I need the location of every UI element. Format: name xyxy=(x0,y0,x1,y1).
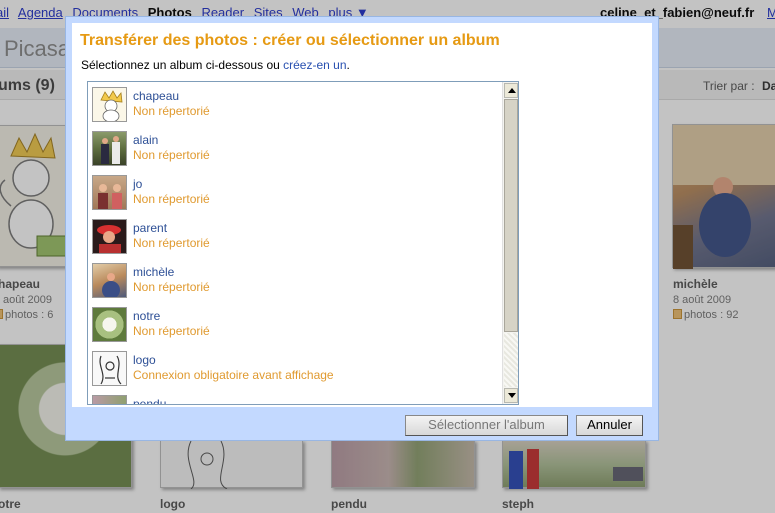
album-list-scrollbar[interactable] xyxy=(502,82,518,404)
photo-image xyxy=(101,136,120,164)
upload-dialog: Transférer des photos : créer ou sélecti… xyxy=(65,16,659,441)
cartoon-image xyxy=(100,90,123,121)
album-name: jo xyxy=(133,177,143,191)
album-list-item[interactable]: pendu xyxy=(92,392,502,405)
album-visibility: Non répertorié xyxy=(133,280,210,294)
arrow-up-icon xyxy=(508,88,516,93)
album-list-item[interactable]: alain Non répertorié xyxy=(92,128,502,168)
instruction-suffix: . xyxy=(346,58,350,72)
photo-image xyxy=(102,273,120,297)
album-name: chapeau xyxy=(133,89,180,103)
album-list-item[interactable]: michèle Non répertorié xyxy=(92,260,502,300)
photo-image xyxy=(97,225,121,253)
cancel-button[interactable]: Annuler xyxy=(576,415,643,436)
album-visibility: Non répertorié xyxy=(133,148,210,162)
album-name: logo xyxy=(133,353,156,367)
scroll-down-button[interactable] xyxy=(504,388,518,403)
album-list-item[interactable]: parent Non répertorié xyxy=(92,216,502,256)
album-name: michèle xyxy=(133,265,175,279)
arrow-down-icon xyxy=(508,393,516,398)
album-name: pendu xyxy=(133,397,167,405)
album-thumbnail xyxy=(92,395,127,404)
album-thumbnail xyxy=(92,263,127,298)
album-name: notre xyxy=(133,309,161,323)
album-visibility: Non répertorié xyxy=(133,236,210,250)
album-list-item[interactable]: chapeau Non répertorié xyxy=(92,84,502,124)
album-list-item[interactable]: jo Non répertorié xyxy=(92,172,502,212)
album-thumbnail xyxy=(92,307,127,342)
album-thumbnail xyxy=(92,219,127,254)
dialog-instruction: Sélectionnez un album ci-dessous ou crée… xyxy=(81,58,350,72)
album-list-item[interactable]: notre Non répertorié xyxy=(92,304,502,344)
album-visibility: Non répertorié xyxy=(133,192,210,206)
logo-image xyxy=(99,355,122,385)
scroll-up-button[interactable] xyxy=(504,83,518,98)
photo-image xyxy=(98,184,122,209)
album-list[interactable]: chapeau Non répertorié alain Non réperto… xyxy=(87,81,519,405)
album-thumbnail xyxy=(92,175,127,210)
instruction-text: Sélectionnez un album ci-dessous ou xyxy=(81,58,284,72)
album-visibility: Non répertorié xyxy=(133,104,210,118)
scrollbar-thumb[interactable] xyxy=(504,99,518,332)
dialog-title: Transférer des photos : créer ou sélecti… xyxy=(80,32,500,49)
dialog-body: Transférer des photos : créer ou sélecti… xyxy=(72,23,652,407)
album-visibility: Non répertorié xyxy=(133,324,210,338)
scrollbar-track[interactable] xyxy=(504,333,518,387)
album-thumbnail xyxy=(92,87,127,122)
album-name: parent xyxy=(133,221,168,235)
album-visibility: Connexion obligatoire avant affichage xyxy=(133,368,334,382)
album-list-item[interactable]: logo Connexion obligatoire avant afficha… xyxy=(92,348,502,388)
select-album-button[interactable]: Sélectionner l'album xyxy=(405,415,568,436)
album-name: alain xyxy=(133,133,159,147)
album-thumbnail xyxy=(92,351,127,386)
album-thumbnail xyxy=(92,131,127,166)
create-album-link[interactable]: créez-en un xyxy=(283,58,346,72)
